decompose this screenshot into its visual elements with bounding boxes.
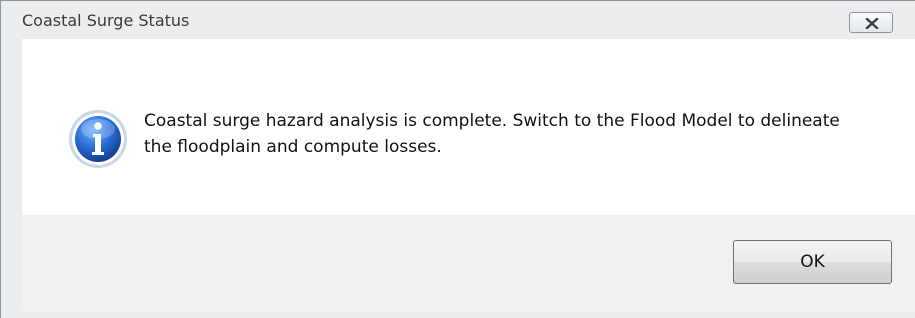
window-frame: Coastal Surge Status Coastal surge hazar… [1,1,915,318]
button-bar: OK [22,215,915,311]
dialog-content: Coastal surge hazard analysis is complet… [22,39,915,215]
information-icon [69,110,127,168]
message-dialog: Coastal Surge Status Coastal surge hazar… [0,0,915,318]
window-bottom-border [1,311,915,318]
close-icon [865,18,879,29]
window-title: Coastal Surge Status [22,11,190,30]
close-button[interactable] [849,12,893,33]
title-bar[interactable]: Coastal Surge Status [1,1,915,39]
ok-button[interactable]: OK [733,240,892,284]
message-text: Coastal surge hazard analysis is complet… [144,111,840,157]
